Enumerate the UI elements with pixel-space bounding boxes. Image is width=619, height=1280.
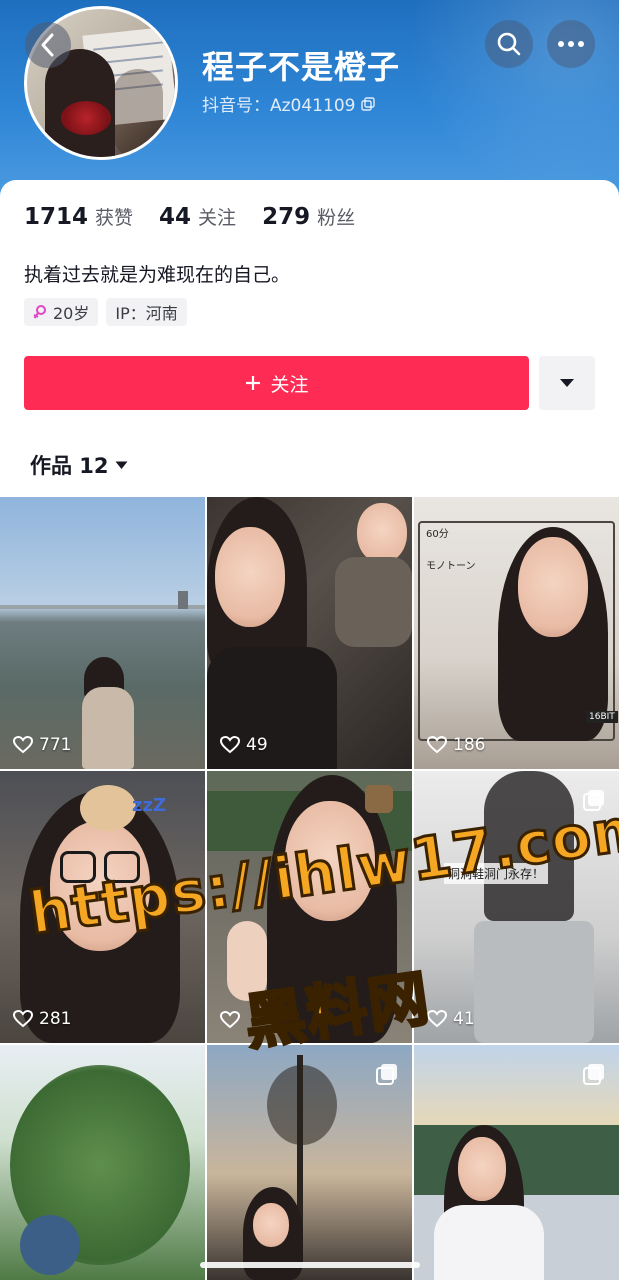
search-button[interactable] [485, 20, 533, 68]
back-button[interactable] [25, 22, 71, 68]
stat-following-value: 44 [159, 204, 192, 230]
likes-count: 771 [13, 735, 71, 755]
camera-overlay-mode: モノトーン [426, 561, 476, 572]
tab-works[interactable]: 作品 12 [30, 450, 128, 480]
stat-likes-value: 1714 [24, 204, 89, 230]
douyin-id-text: 抖音号：Az041109 [202, 96, 356, 116]
heart-icon [13, 736, 33, 754]
heart-icon [220, 736, 240, 754]
bear-sticker [365, 785, 393, 813]
multi-image-icon [583, 1064, 604, 1085]
search-icon [497, 32, 521, 56]
caret-down-icon [560, 379, 574, 387]
follow-button-label: 关注 [270, 373, 309, 396]
heart-icon [427, 736, 447, 754]
globe-sculpture [20, 1215, 80, 1275]
likes-count-text: 49 [246, 735, 268, 755]
likes-count [220, 1011, 246, 1029]
female-icon [33, 305, 46, 319]
likes-count: 186 [427, 735, 485, 755]
stat-followers-value: 279 [262, 204, 311, 230]
stat-followers-label: 粉丝 [317, 207, 356, 229]
cat-sticker [80, 785, 136, 831]
likes-count-text: 41 [453, 1009, 475, 1029]
heart-icon [220, 1011, 240, 1029]
back-arrow-icon [41, 33, 54, 57]
stats-row: 1714 获赞 44 关注 279 粉丝 [24, 203, 381, 230]
video-tile[interactable]: 771 [0, 497, 205, 769]
likes-count-text: 186 [453, 735, 486, 755]
likes-count: 281 [13, 1009, 71, 1029]
video-tile[interactable]: 49 [207, 497, 412, 769]
douyin-id[interactable]: 抖音号：Az041109 [202, 91, 376, 116]
likes-count-text: 281 [39, 1009, 72, 1029]
stat-likes-label: 获赞 [95, 207, 134, 229]
likes-count-text: 771 [39, 735, 72, 755]
stat-likes[interactable]: 1714 获赞 [24, 203, 133, 230]
tab-works-label: 作品 12 [30, 454, 109, 478]
camera-overlay-text: 60分 [426, 529, 449, 540]
home-indicator [200, 1262, 420, 1268]
nickname: 程子不是橙子 [202, 48, 401, 86]
age-text: 20岁 [53, 304, 90, 323]
copy-icon[interactable] [361, 96, 376, 111]
follow-button[interactable]: 关注 [24, 356, 529, 410]
stat-following[interactable]: 44 关注 [159, 203, 236, 230]
bio: 执着过去就是为难现在的自己。 [24, 264, 291, 286]
multi-image-icon [376, 1064, 397, 1085]
recommend-dropdown-button[interactable] [539, 356, 595, 410]
heart-icon [13, 1010, 33, 1028]
stat-followers[interactable]: 279 粉丝 [262, 203, 355, 230]
ip-tag: IP：河南 [106, 298, 187, 326]
more-dots-icon [558, 41, 584, 47]
camera-overlay-corner: 16BIT [586, 711, 618, 723]
ip-text: IP：河南 [115, 304, 178, 323]
likes-count: 49 [220, 735, 268, 755]
caret-down-icon [115, 461, 128, 469]
profile-tags: 20岁 IP：河南 [24, 298, 187, 326]
video-tile[interactable]: 60分 モノトーン 16BIT 186 [414, 497, 619, 769]
more-options-button[interactable] [547, 20, 595, 68]
sleep-sticker: zzZ [132, 795, 167, 816]
video-tile[interactable] [0, 1045, 205, 1280]
likes-count: 41 [427, 1009, 475, 1029]
age-tag: 20岁 [24, 298, 99, 326]
video-tile[interactable] [414, 1045, 619, 1280]
plus-icon [246, 376, 261, 390]
video-tile[interactable] [207, 1045, 412, 1280]
stat-following-label: 关注 [198, 207, 237, 229]
